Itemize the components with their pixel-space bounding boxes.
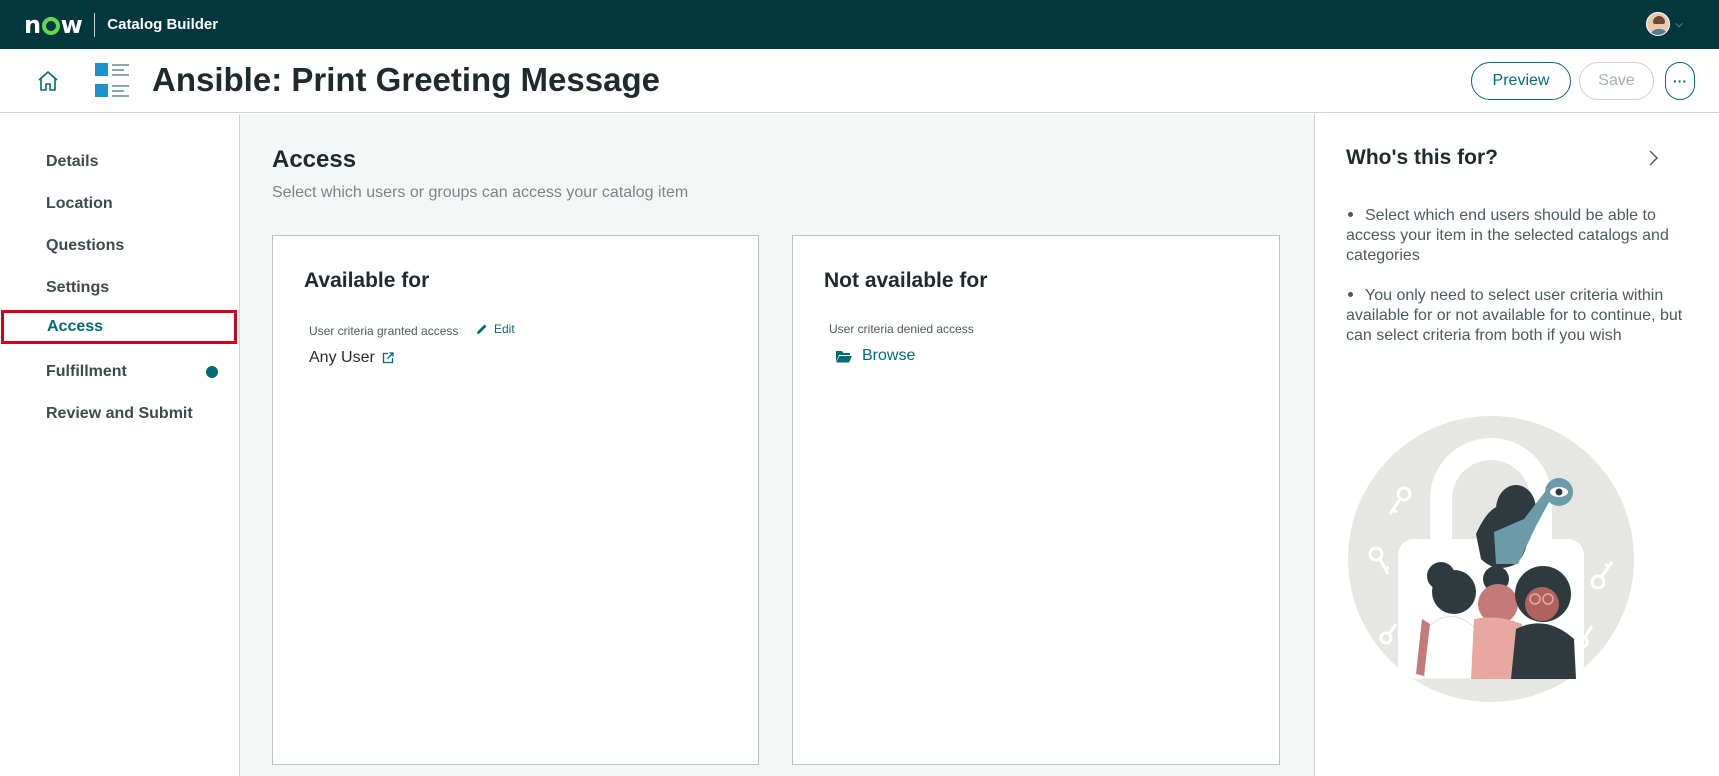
- main-content: Access Select which users or groups can …: [240, 114, 1314, 776]
- external-link-icon[interactable]: [382, 352, 394, 364]
- home-icon[interactable]: [36, 69, 60, 93]
- pencil-icon: [477, 324, 487, 334]
- app-name: Catalog Builder: [107, 16, 219, 33]
- help-bullet: You only need to select user criteria wi…: [1346, 286, 1691, 346]
- edit-label: Edit: [494, 322, 515, 336]
- field-label: User criteria granted access: [309, 324, 459, 338]
- page-header: Ansible: Print Greeting Message Preview …: [0, 49, 1719, 113]
- folder-icon: [836, 350, 852, 362]
- not-available-for-card: Not available for User criteria denied a…: [792, 235, 1280, 765]
- nav-item-review-and-submit[interactable]: Review and Submit: [0, 397, 240, 431]
- card-title: Available for: [304, 269, 430, 292]
- nav-item-access[interactable]: Access: [1, 310, 237, 344]
- available-for-card: Available for User criteria granted acce…: [272, 235, 759, 765]
- chevron-down-icon[interactable]: ⌵: [1675, 19, 1683, 30]
- nav-item-location[interactable]: Location: [0, 187, 240, 221]
- chevron-right-icon[interactable]: [1647, 147, 1661, 169]
- preview-button[interactable]: Preview: [1471, 62, 1571, 100]
- catalog-item-icon: [95, 63, 129, 97]
- nav-item-fulfillment[interactable]: Fulfillment: [0, 355, 240, 389]
- access-illustration: [1348, 416, 1634, 702]
- page-title: Ansible: Print Greeting Message: [152, 61, 660, 98]
- servicenow-logo[interactable]: nw: [24, 11, 83, 39]
- help-bullet: Select which end users should be able to…: [1346, 206, 1691, 266]
- nav-item-settings[interactable]: Settings: [0, 271, 240, 305]
- help-panel: Who's this for? Select which end users s…: [1314, 114, 1719, 776]
- edit-link[interactable]: Edit: [476, 322, 515, 336]
- nav-item-label: Fulfillment: [46, 363, 127, 380]
- nav-item-details[interactable]: Details: [0, 145, 240, 179]
- topbar-divider: [94, 12, 96, 37]
- user-criteria-label: Any User: [309, 349, 375, 366]
- card-title: Not available for: [824, 269, 988, 292]
- section-subtitle: Select which users or groups can access …: [272, 184, 689, 201]
- status-dot: [206, 366, 218, 378]
- user-criteria-value: Any User: [309, 349, 394, 367]
- nav-item-questions[interactable]: Questions: [0, 229, 240, 263]
- section-title: Access: [272, 146, 357, 173]
- save-button[interactable]: Save: [1579, 62, 1654, 100]
- user-menu[interactable]: ⌵: [1646, 12, 1683, 36]
- bullet-icon: [1348, 291, 1353, 297]
- step-navigation: Details Location Questions Settings Acce…: [0, 114, 240, 776]
- help-panel-title: Who's this for?: [1346, 146, 1498, 169]
- help-bullet-text: Select which end users should be able to…: [1346, 207, 1669, 264]
- top-navigation-bar: nw Catalog Builder ⌵: [0, 0, 1719, 49]
- avatar[interactable]: [1646, 12, 1671, 36]
- field-label: User criteria denied access: [829, 322, 974, 336]
- browse-link[interactable]: Browse: [836, 347, 915, 365]
- browse-label: Browse: [862, 347, 916, 364]
- more-options-button[interactable]: ···: [1665, 62, 1695, 100]
- bullet-icon: [1348, 211, 1353, 217]
- help-bullets: Select which end users should be able to…: [1346, 206, 1691, 366]
- help-bullet-text: You only need to select user criteria wi…: [1346, 287, 1683, 344]
